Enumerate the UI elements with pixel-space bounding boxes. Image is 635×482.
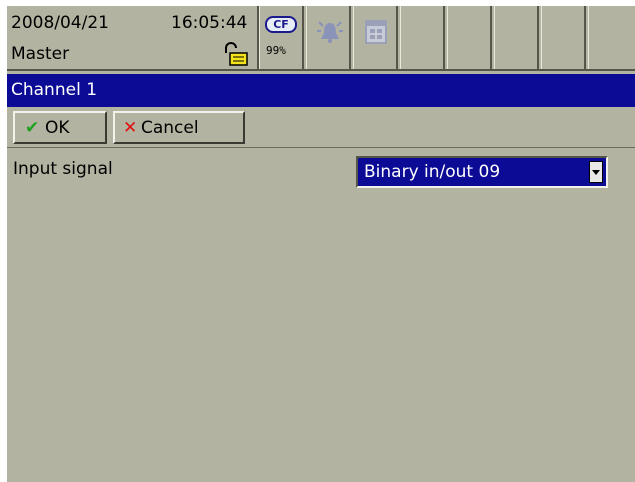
dialog-title: Channel 1	[11, 80, 98, 100]
status-slot-empty	[494, 6, 539, 69]
calendar-icon	[363, 18, 389, 50]
cf-card-icon: CF	[265, 16, 297, 33]
storage-usage: 99%	[266, 44, 286, 57]
ok-button[interactable]: ✔ OK	[13, 111, 107, 144]
status-slot-empty	[541, 6, 586, 69]
divider	[7, 147, 635, 148]
dropdown-arrow-icon[interactable]	[589, 161, 603, 183]
input-signal-label: Input signal	[13, 159, 113, 179]
cancel-button[interactable]: ✕ Cancel	[113, 111, 245, 144]
status-slot-empty	[400, 6, 445, 69]
alarm-cell[interactable]	[306, 6, 351, 69]
calendar-cell[interactable]	[353, 6, 398, 69]
status-slot-empty	[447, 6, 492, 69]
app-window: 2008/04/21 16:05:44 Master CF 99% Channe…	[7, 6, 635, 482]
date-display: 2008/04/21	[11, 13, 109, 33]
alarm-bell-icon	[316, 18, 344, 52]
dialog-title-bar: Channel 1	[7, 74, 635, 107]
input-signal-value: Binary in/out 09	[364, 162, 501, 182]
ok-button-label: OK	[45, 118, 70, 138]
cancel-button-label: Cancel	[141, 118, 199, 138]
time-display: 16:05:44	[171, 13, 248, 33]
cross-icon: ✕	[123, 118, 138, 138]
status-slot-empty	[588, 6, 635, 69]
user-name: Master	[11, 44, 70, 64]
input-signal-select[interactable]: Binary in/out 09	[356, 156, 608, 188]
datetime-panel: 2008/04/21 16:05:44 Master	[7, 6, 259, 69]
unlocked-padlock-icon[interactable]	[221, 42, 249, 66]
status-bar: 2008/04/21 16:05:44 Master CF 99%	[7, 6, 635, 71]
storage-cell[interactable]: CF 99%	[259, 6, 304, 69]
checkmark-icon: ✔	[25, 118, 40, 138]
